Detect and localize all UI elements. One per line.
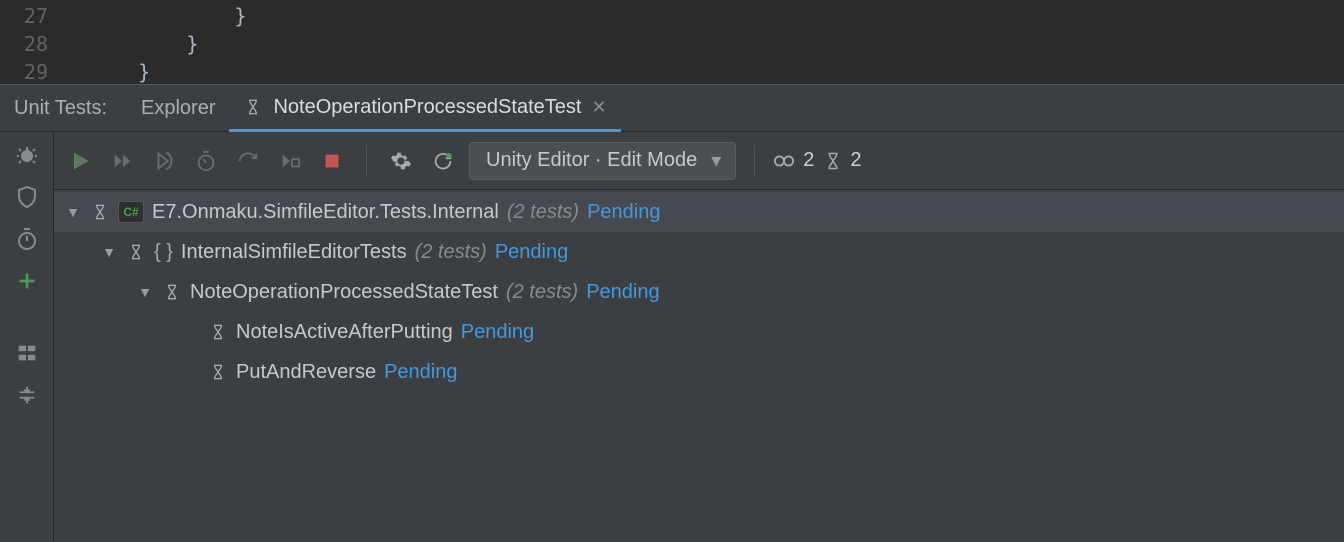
- code-area[interactable]: } } }: [62, 2, 1344, 84]
- dropdown-label: Unity Editor · Edit Mode: [486, 149, 697, 172]
- separator: [366, 145, 367, 177]
- run-double-button[interactable]: [106, 145, 138, 177]
- hourglass-icon: [243, 99, 263, 115]
- tree-row-test[interactable]: NoteIsActiveAfterPutting Pending: [54, 312, 1344, 352]
- run-button[interactable]: [64, 145, 96, 177]
- expand-toggle[interactable]: ▼: [100, 244, 118, 260]
- status-label: Pending: [495, 241, 568, 264]
- hourglass-icon: [126, 244, 146, 260]
- tree-row-namespace[interactable]: ▼ { } InternalSimfileEditorTests (2 test…: [54, 232, 1344, 272]
- separator: [754, 145, 755, 177]
- run-config-dropdown[interactable]: Unity Editor · Edit Mode ▾: [469, 142, 736, 180]
- status-label: Pending: [461, 321, 534, 344]
- test-count: (2 tests): [415, 241, 487, 264]
- hourglass-icon: [162, 284, 182, 300]
- stat-value: 2: [803, 149, 814, 172]
- stop-button[interactable]: [316, 145, 348, 177]
- bug-icon[interactable]: [14, 142, 40, 168]
- tool-window-tabs: Unit Tests: Explorer NoteOperationProces…: [0, 84, 1344, 132]
- close-icon[interactable]: ✕: [591, 97, 606, 118]
- node-name: NoteOperationProcessedStateTest: [190, 281, 498, 304]
- hourglass-icon: [208, 324, 228, 340]
- test-count: (2 tests): [506, 281, 578, 304]
- repeat-button[interactable]: [232, 145, 264, 177]
- line-gutter: 27 28 29: [0, 2, 62, 84]
- panel-title: Unit Tests:: [8, 85, 127, 131]
- debug-button[interactable]: [274, 145, 306, 177]
- tab-label: NoteOperationProcessedStateTest: [273, 96, 581, 119]
- status-label: Pending: [384, 361, 457, 384]
- editor-area: 27 28 29 } } }: [0, 0, 1344, 84]
- node-name: E7.Onmaku.SimfileEditor.Tests.Internal: [152, 201, 499, 224]
- test-toolbar: Unity Editor · Edit Mode ▾ 2 2: [54, 132, 1344, 190]
- namespace-icon: { }: [154, 241, 173, 264]
- layout-icon[interactable]: [14, 340, 40, 366]
- tree-row-assembly[interactable]: ▼ C# E7.Onmaku.SimfileEditor.Tests.Inter…: [54, 192, 1344, 232]
- hourglass-icon: [90, 204, 110, 220]
- shield-icon[interactable]: [14, 184, 40, 210]
- stat-value: 2: [850, 149, 861, 172]
- expand-toggle[interactable]: ▼: [136, 284, 154, 300]
- line-number: 29: [0, 58, 48, 86]
- node-name: InternalSimfileEditorTests: [181, 241, 407, 264]
- tab-explorer[interactable]: Explorer: [127, 85, 229, 131]
- settings-button[interactable]: [385, 145, 417, 177]
- profile-button[interactable]: [190, 145, 222, 177]
- chevron-down-icon: ▾: [711, 148, 721, 173]
- test-count: (2 tests): [507, 201, 579, 224]
- line-number: 28: [0, 30, 48, 58]
- coverage-button[interactable]: [148, 145, 180, 177]
- panel-content: Unity Editor · Edit Mode ▾ 2 2 ▼ C# E7.: [54, 132, 1344, 542]
- status-label: Pending: [586, 281, 659, 304]
- add-icon[interactable]: [14, 268, 40, 294]
- status-label: Pending: [587, 201, 660, 224]
- hourglass-icon: [208, 364, 228, 380]
- csharp-badge-icon: C#: [118, 201, 144, 223]
- node-name: PutAndReverse: [236, 361, 376, 384]
- unit-tests-panel: Unity Editor · Edit Mode ▾ 2 2 ▼ C# E7.: [0, 132, 1344, 542]
- refresh-button[interactable]: [427, 145, 459, 177]
- tab-active-session[interactable]: NoteOperationProcessedStateTest ✕: [229, 86, 620, 132]
- broken-tests-stat[interactable]: 2: [773, 149, 814, 172]
- pending-tests-stat[interactable]: 2: [824, 149, 861, 172]
- tree-row-test[interactable]: PutAndReverse Pending: [54, 352, 1344, 392]
- line-number: 27: [0, 2, 48, 30]
- node-name: NoteIsActiveAfterPutting: [236, 321, 453, 344]
- test-tree: ▼ C# E7.Onmaku.SimfileEditor.Tests.Inter…: [54, 190, 1344, 542]
- collapse-icon[interactable]: [14, 382, 40, 408]
- side-rail: [0, 132, 54, 542]
- stopwatch-icon[interactable]: [14, 226, 40, 252]
- tree-row-class[interactable]: ▼ NoteOperationProcessedStateTest (2 tes…: [54, 272, 1344, 312]
- tab-label: Explorer: [141, 97, 215, 120]
- expand-toggle[interactable]: ▼: [64, 204, 82, 220]
